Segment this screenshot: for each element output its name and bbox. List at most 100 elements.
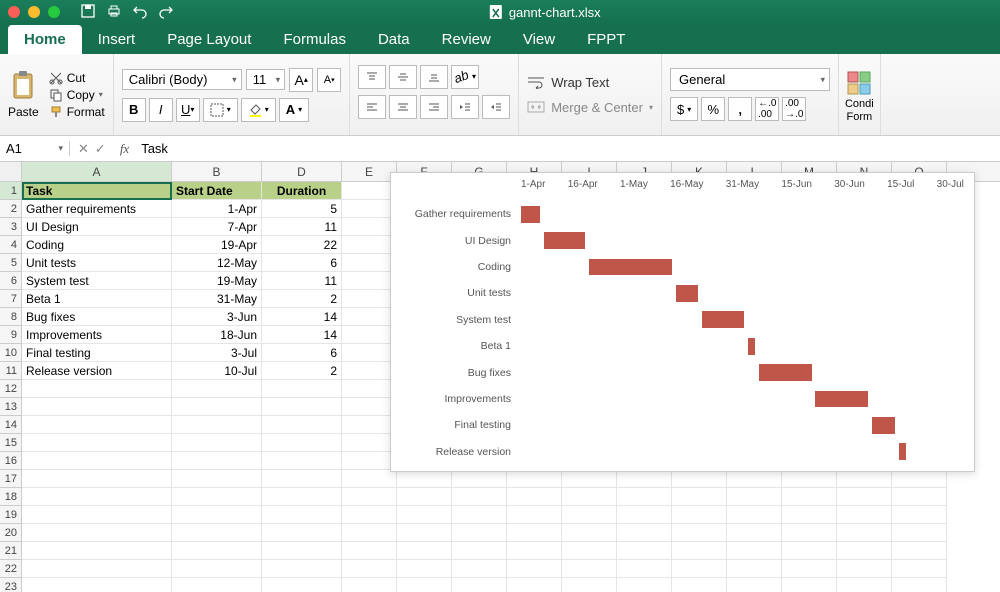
cell[interactable]: 22: [262, 236, 342, 254]
cell[interactable]: Release version: [22, 362, 172, 380]
cell[interactable]: [22, 542, 172, 560]
cell[interactable]: [397, 488, 452, 506]
row-header-6[interactable]: 6: [0, 272, 22, 290]
cell[interactable]: Duration: [262, 182, 342, 200]
cell[interactable]: [22, 488, 172, 506]
cell[interactable]: [342, 578, 397, 592]
column-header-D[interactable]: D: [262, 162, 342, 181]
cell[interactable]: [397, 470, 452, 488]
cell[interactable]: [672, 506, 727, 524]
cell[interactable]: [22, 452, 172, 470]
cell[interactable]: [672, 470, 727, 488]
merge-center-button[interactable]: Merge & Center▾: [527, 100, 653, 115]
percent-button[interactable]: %: [701, 97, 725, 121]
cell[interactable]: [837, 506, 892, 524]
formula-input[interactable]: Task: [135, 141, 1000, 156]
cell[interactable]: [562, 524, 617, 542]
cell[interactable]: [562, 470, 617, 488]
cell[interactable]: [507, 470, 562, 488]
cell[interactable]: [892, 560, 947, 578]
cell[interactable]: [727, 560, 782, 578]
cell[interactable]: [562, 506, 617, 524]
cell[interactable]: [262, 524, 342, 542]
align-center-button[interactable]: [389, 95, 417, 119]
cell[interactable]: Coding: [22, 236, 172, 254]
cell[interactable]: [172, 470, 262, 488]
cell[interactable]: [562, 542, 617, 560]
font-color-button[interactable]: A▾: [279, 98, 309, 122]
chart-bar[interactable]: [702, 311, 744, 328]
name-box[interactable]: A1▾: [0, 141, 70, 156]
orientation-button[interactable]: ab▾: [451, 65, 479, 89]
format-painter-button[interactable]: Format: [49, 105, 105, 119]
cell[interactable]: [342, 254, 397, 272]
cell[interactable]: [507, 578, 562, 592]
tab-page-layout[interactable]: Page Layout: [151, 25, 267, 54]
cell[interactable]: [397, 506, 452, 524]
tab-fppt[interactable]: FPPT: [571, 25, 641, 54]
wrap-text-button[interactable]: Wrap Text: [527, 75, 653, 90]
cell[interactable]: [452, 578, 507, 592]
cell[interactable]: Gather requirements: [22, 200, 172, 218]
cell[interactable]: UI Design: [22, 218, 172, 236]
cell[interactable]: [617, 542, 672, 560]
redo-icon[interactable]: [158, 3, 174, 22]
chart-bar[interactable]: [589, 259, 672, 276]
cell[interactable]: [727, 470, 782, 488]
cell[interactable]: [452, 488, 507, 506]
print-icon[interactable]: [106, 3, 122, 22]
cell[interactable]: [452, 470, 507, 488]
row-header-20[interactable]: 20: [0, 524, 22, 542]
cell[interactable]: [452, 506, 507, 524]
cell[interactable]: [262, 434, 342, 452]
tab-formulas[interactable]: Formulas: [267, 25, 362, 54]
gantt-chart[interactable]: 1-Apr16-Apr1-May16-May31-May15-Jun30-Jun…: [390, 172, 975, 472]
align-middle-button[interactable]: [389, 65, 417, 89]
tab-insert[interactable]: Insert: [82, 25, 152, 54]
align-top-button[interactable]: [358, 65, 386, 89]
cell[interactable]: [342, 380, 397, 398]
cell[interactable]: Improvements: [22, 326, 172, 344]
number-format-select[interactable]: General▾: [670, 68, 830, 91]
cell[interactable]: 6: [262, 344, 342, 362]
align-left-button[interactable]: [358, 95, 386, 119]
cell[interactable]: [172, 506, 262, 524]
align-right-button[interactable]: [420, 95, 448, 119]
cell[interactable]: [172, 452, 262, 470]
row-header-16[interactable]: 16: [0, 452, 22, 470]
cell[interactable]: 3-Jun: [172, 308, 262, 326]
row-header-8[interactable]: 8: [0, 308, 22, 326]
cell[interactable]: [22, 506, 172, 524]
cell[interactable]: [172, 560, 262, 578]
cell[interactable]: [262, 488, 342, 506]
cell[interactable]: [172, 398, 262, 416]
cell[interactable]: [452, 542, 507, 560]
cell[interactable]: [397, 578, 452, 592]
font-size-select[interactable]: 11▾: [246, 69, 286, 90]
paste-button[interactable]: Paste: [8, 70, 39, 119]
decrease-decimal-button[interactable]: .00→.0: [782, 97, 806, 121]
cell[interactable]: [342, 560, 397, 578]
cell[interactable]: [782, 578, 837, 592]
conditional-formatting-button[interactable]: CondiForm: [845, 66, 874, 122]
column-header-E[interactable]: E: [342, 162, 397, 181]
cell[interactable]: [22, 578, 172, 592]
undo-icon[interactable]: [132, 3, 148, 22]
align-bottom-button[interactable]: [420, 65, 448, 89]
cell[interactable]: [342, 488, 397, 506]
cell[interactable]: [342, 416, 397, 434]
cell[interactable]: [617, 506, 672, 524]
cell[interactable]: [617, 560, 672, 578]
cell[interactable]: [342, 434, 397, 452]
tab-review[interactable]: Review: [426, 25, 507, 54]
bold-button[interactable]: B: [122, 98, 146, 122]
row-header-22[interactable]: 22: [0, 560, 22, 578]
cell[interactable]: Final testing: [22, 344, 172, 362]
row-header-7[interactable]: 7: [0, 290, 22, 308]
cell[interactable]: 6: [262, 254, 342, 272]
cell[interactable]: [507, 560, 562, 578]
tab-data[interactable]: Data: [362, 25, 426, 54]
cell[interactable]: [397, 560, 452, 578]
font-name-select[interactable]: Calibri (Body)▾: [122, 69, 242, 90]
cell[interactable]: [22, 398, 172, 416]
